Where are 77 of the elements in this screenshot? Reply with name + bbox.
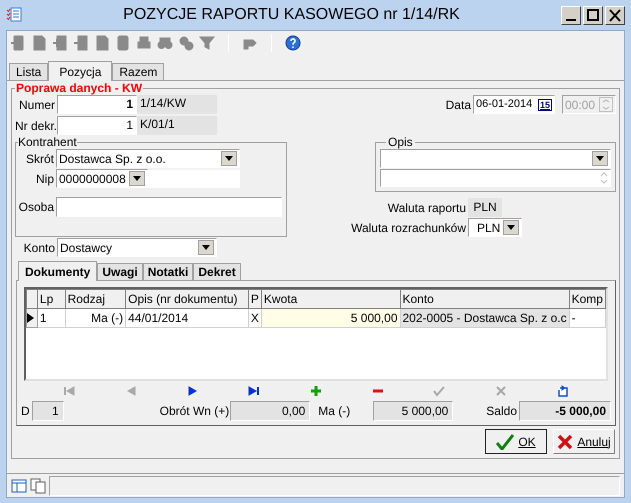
field-label: Konto <box>22 240 56 256</box>
dropdown-field[interactable]: 0000000008 <box>56 169 148 188</box>
group-title: Opis <box>387 135 414 149</box>
cancel-button[interactable]: Anuluj <box>553 429 615 454</box>
readonly-field: 1/14/KW <box>137 95 217 114</box>
field-label: Obrót Wn (+) <box>160 403 230 420</box>
skip-last-icon[interactable] <box>248 385 260 397</box>
readonly-field: 1 <box>32 401 64 421</box>
table-cell: Ma (-) <box>65 308 126 328</box>
input-field[interactable] <box>148 170 240 188</box>
table-cell: 202-0005 - Dostawca Sp. z o.c <box>400 308 570 328</box>
field-label: D <box>21 403 31 420</box>
field-label: Saldo <box>486 403 518 420</box>
field-label: Nip <box>34 172 55 186</box>
cross-icon <box>557 434 574 450</box>
dropdown-field[interactable]: Dostawcy <box>57 238 217 257</box>
field-label: Ma (-) <box>318 403 352 420</box>
table-cell: - <box>569 308 606 328</box>
field-label: Skrót <box>24 152 55 166</box>
readonly-field: 5 000,00 <box>373 401 454 421</box>
checkmark-icon <box>496 434 514 450</box>
readonly-field: 0,00 <box>230 401 310 421</box>
column-header[interactable]: Komp <box>569 290 606 308</box>
close-icon <box>609 8 621 22</box>
refresh-icon[interactable] <box>557 385 569 397</box>
field-label: Osoba <box>18 200 55 214</box>
spinner-icon <box>599 97 613 112</box>
ok-button[interactable]: OK <box>485 429 547 454</box>
tab[interactable]: Dekret <box>193 263 241 280</box>
dropdown-field[interactable] <box>380 149 611 168</box>
tab[interactable]: Lista <box>9 63 48 80</box>
group-title: Kontrahent <box>18 135 77 149</box>
column-header[interactable]: Konto <box>400 290 570 308</box>
dropdown-field[interactable]: Dostawca Sp. z o.o. <box>56 149 240 168</box>
tab[interactable]: Uwagi <box>97 263 143 280</box>
input-field[interactable]: 1 <box>57 116 137 135</box>
plus-icon[interactable] <box>310 385 322 397</box>
copy-icon[interactable] <box>30 478 46 494</box>
table-cell: 5 000,00 <box>261 308 400 328</box>
minimize-icon <box>566 18 576 20</box>
column-header[interactable]: P <box>248 290 262 308</box>
section-title: Poprawa danych - KW <box>15 81 144 95</box>
help-icon[interactable] <box>285 35 301 51</box>
field-label: Nr dekr. <box>15 118 57 134</box>
minimize-button[interactable] <box>561 6 581 24</box>
table-cell: 44/01/2014 <box>126 308 248 328</box>
field-label: Waluta rozrachunków <box>351 220 467 234</box>
time-field: 00:00 <box>562 95 616 114</box>
date-field[interactable]: 06-01-2014 15 <box>473 95 555 114</box>
window-title: POZYCJE RAPORTU KASOWEGO nr 1/14/RK <box>122 5 461 25</box>
column-header[interactable]: Opis (nr dokumentu) <box>126 290 248 308</box>
scroll-arrows-icon <box>598 170 610 186</box>
field-label: Data <box>446 96 472 114</box>
readonly-field: PLN <box>468 198 502 217</box>
column-header[interactable]: Kwota <box>261 290 400 308</box>
column-header[interactable]: Rodzaj <box>65 290 126 308</box>
maximize-button[interactable] <box>583 6 603 24</box>
list-icon <box>6 7 22 23</box>
tab[interactable]: Notatki <box>142 263 194 280</box>
readonly-field: -5 000,00 <box>519 401 611 421</box>
triangle-right-icon[interactable] <box>186 385 198 397</box>
window-layout-icon[interactable] <box>11 478 27 494</box>
tab[interactable]: Pozycja <box>48 61 112 81</box>
readonly-field: K/01/1 <box>137 116 217 135</box>
field-label: Numer <box>18 96 56 114</box>
calendar-button[interactable]: 15 <box>538 98 552 110</box>
maximize-icon <box>587 9 599 21</box>
dropdown-field[interactable]: PLN <box>468 218 522 237</box>
input-field[interactable]: 1 <box>57 95 137 114</box>
tab[interactable]: Razem <box>112 63 164 80</box>
column-header[interactable]: Lp <box>37 290 66 308</box>
close-button[interactable] <box>605 6 625 24</box>
table-cell: X <box>248 308 262 328</box>
table-cell: 1 <box>37 308 66 328</box>
tab[interactable]: Dokumenty <box>18 261 98 281</box>
field-label: Waluta raportu <box>388 200 467 214</box>
input-field[interactable] <box>56 197 282 217</box>
